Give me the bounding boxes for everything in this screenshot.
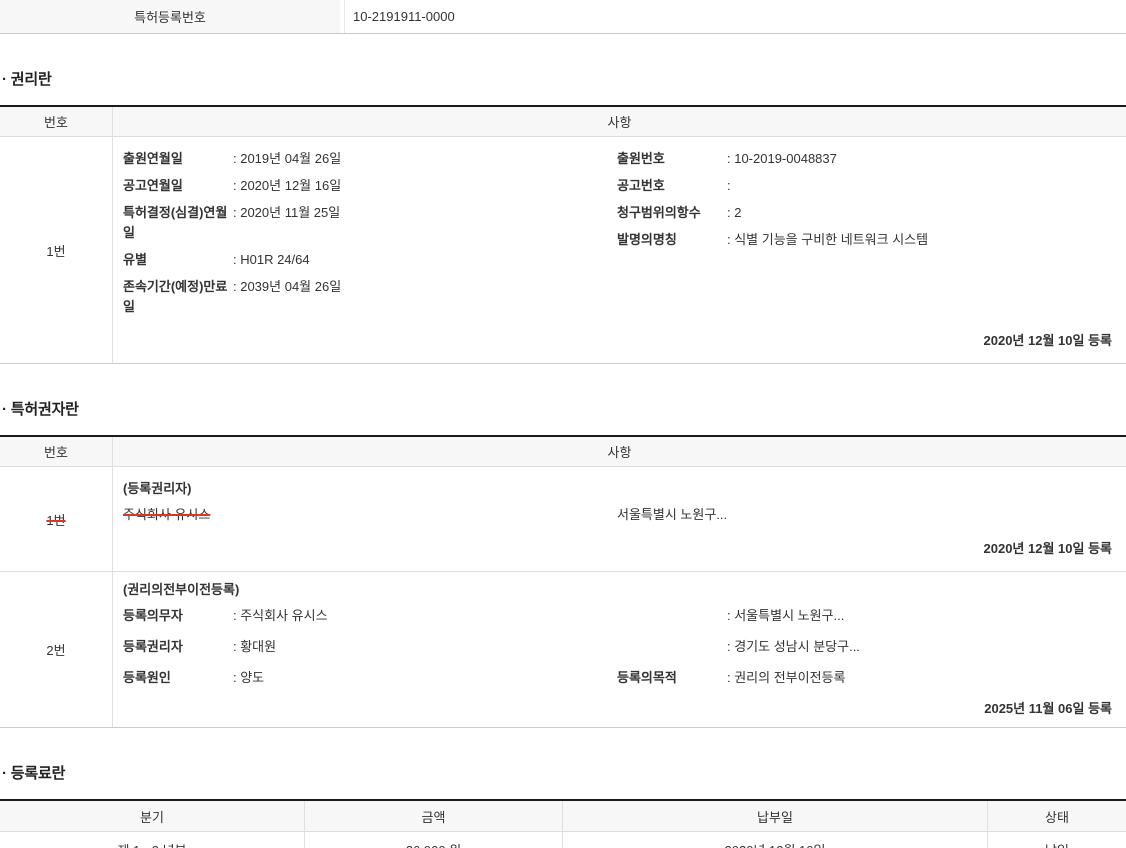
patent-number-row: 특허등록번호 10-2191911-0000 — [0, 0, 1126, 34]
field-value: : H01R 24/64 — [233, 250, 617, 270]
field-value: : 2020년 11월 25일 — [233, 203, 617, 243]
holder-row-1: 1번 (등록권리자) 주식회사 유시스 서울특별시 노원구... 2020년 1… — [0, 467, 1126, 571]
field-label — [617, 606, 727, 626]
fees-table: 분기 금액 납부일 상태 제 1 - 3 년분 36,900 원 2020년 1… — [0, 799, 1126, 848]
transfer-line-cause: 등록원인 : 양도 등록의목적 : 권리의 전부이전등록 — [123, 668, 1114, 688]
patent-number-value: 10-2191911-0000 — [344, 0, 1126, 33]
field-label: 등록원인 — [123, 668, 233, 688]
holder-row-2: 2번 (권리의전부이전등록) 등록의무자 : 주식회사 유시스 : 서울특별시 … — [0, 571, 1126, 727]
holder-heading: (등록권리자) — [123, 479, 1114, 499]
row-number: 1번 — [0, 137, 113, 363]
field-value: : — [727, 176, 1114, 196]
rights-left-fields: 출원연월일 : 2019년 04월 26일 공고연월일 : 2020년 12월 … — [123, 149, 617, 317]
fee-status: 납입 — [988, 832, 1126, 848]
field-value: : 10-2019-0048837 — [727, 149, 1114, 169]
field-application-number: 출원번호 : 10-2019-0048837 — [617, 149, 1114, 169]
field-label: 청구범위의항수 — [617, 203, 727, 223]
fee-row: 제 1 - 3 년분 36,900 원 2020년 12월 10일 납입 — [0, 832, 1126, 848]
field-value: : 경기도 성남시 분당구... — [727, 637, 860, 657]
field-label: 등록의무자 — [123, 606, 233, 626]
field-label: 등록권리자 — [123, 637, 233, 657]
field-value: : 2039년 04월 26일 — [233, 277, 617, 317]
rights-row: 1번 출원연월일 : 2019년 04월 26일 공고연월일 : 2020년 1… — [0, 137, 1126, 363]
field-label: 공고번호 — [617, 176, 727, 196]
rights-right-fields: 출원번호 : 10-2019-0048837 공고번호 : 청구범위의항수 : … — [617, 149, 1114, 317]
transfer-line-obligor: 등록의무자 : 주식회사 유시스 : 서울특별시 노원구... — [123, 606, 1114, 626]
registered-date: 2020년 12월 10일 등록 — [123, 539, 1114, 559]
section-title-fees: · 등록료란 — [2, 762, 1126, 783]
fee-header-amount: 금액 — [305, 801, 563, 831]
section-title-rights: · 권리란 — [2, 68, 1126, 89]
field-value: : 황대원 — [233, 637, 276, 657]
field-claim-count: 청구범위의항수 : 2 — [617, 203, 1114, 223]
holders-table-header: 번호 사항 — [0, 437, 1126, 467]
rights-table-header: 번호 사항 — [0, 107, 1126, 137]
patent-number-label: 특허등록번호 — [0, 0, 340, 33]
field-value: : 식별 기능을 구비한 네트워크 시스템 — [727, 230, 1114, 250]
fee-payment-date: 2020년 12월 10일 — [563, 832, 988, 848]
field-publication-date: 공고연월일 : 2020년 12월 16일 — [123, 176, 617, 196]
holder-name-struck: 주식회사 유시스 — [123, 505, 617, 525]
section-title-holders: · 특허권자란 — [2, 398, 1126, 419]
col-header-no: 번호 — [0, 437, 113, 466]
field-value: : 양도 — [233, 668, 264, 688]
fee-quarter: 제 1 - 3 년분 — [0, 832, 305, 848]
field-decision-date: 특허결정(심결)연월일 : 2020년 11월 25일 — [123, 203, 617, 243]
field-value: : 권리의 전부이전등록 — [727, 668, 845, 688]
rights-row-detail: 출원연월일 : 2019년 04월 26일 공고연월일 : 2020년 12월 … — [113, 137, 1126, 363]
field-label: 공고연월일 — [123, 176, 233, 196]
transfer-line-holder: 등록권리자 : 황대원 : 경기도 성남시 분당구... — [123, 637, 1114, 657]
col-header-no: 번호 — [0, 107, 113, 136]
field-label: 존속기간(예정)만료일 — [123, 277, 233, 317]
field-value: : 2020년 12월 16일 — [233, 176, 617, 196]
fees-table-header: 분기 금액 납부일 상태 — [0, 801, 1126, 832]
field-value: : 2 — [727, 203, 1114, 223]
field-label: 등록의목적 — [617, 668, 727, 688]
col-header-detail: 사항 — [113, 107, 1126, 136]
fee-header-quarter: 분기 — [0, 801, 305, 831]
field-label: 출원번호 — [617, 149, 727, 169]
row-number-struck: 1번 — [0, 467, 113, 571]
field-publication-number: 공고번호 : — [617, 176, 1114, 196]
field-label: 발명의명칭 — [617, 230, 727, 250]
registered-date: 2020년 12월 10일 등록 — [123, 331, 1114, 351]
field-expiry-date: 존속기간(예정)만료일 : 2039년 04월 26일 — [123, 277, 617, 317]
field-label: 유별 — [123, 250, 233, 270]
field-value: : 주식회사 유시스 — [233, 606, 328, 626]
fee-amount: 36,900 원 — [305, 832, 563, 848]
registered-date: 2025년 11월 06일 등록 — [123, 699, 1114, 719]
field-label — [617, 637, 727, 657]
holder-address: 서울특별시 노원구... — [617, 505, 727, 525]
field-label: 특허결정(심결)연월일 — [123, 203, 233, 243]
rights-table: 번호 사항 1번 출원연월일 : 2019년 04월 26일 공고연월일 : 2… — [0, 105, 1126, 364]
holder-row-2-detail: (권리의전부이전등록) 등록의무자 : 주식회사 유시스 : 서울특별시 노원구… — [113, 572, 1126, 727]
fee-header-payment-date: 납부일 — [563, 801, 988, 831]
field-application-date: 출원연월일 : 2019년 04월 26일 — [123, 149, 617, 169]
fee-header-status: 상태 — [988, 801, 1126, 831]
field-value: : 2019년 04월 26일 — [233, 149, 617, 169]
col-header-detail: 사항 — [113, 437, 1126, 466]
field-invention-title: 발명의명칭 : 식별 기능을 구비한 네트워크 시스템 — [617, 230, 1114, 250]
transfer-heading: (권리의전부이전등록) — [123, 580, 1114, 600]
field-classification: 유별 : H01R 24/64 — [123, 250, 617, 270]
holder-row-1-detail: (등록권리자) 주식회사 유시스 서울특별시 노원구... 2020년 12월 … — [113, 467, 1126, 571]
field-label: 출원연월일 — [123, 149, 233, 169]
holders-table: 번호 사항 1번 (등록권리자) 주식회사 유시스 서울특별시 노원구... 2… — [0, 435, 1126, 728]
row-number: 2번 — [0, 572, 113, 727]
field-value: : 서울특별시 노원구... — [727, 606, 844, 626]
